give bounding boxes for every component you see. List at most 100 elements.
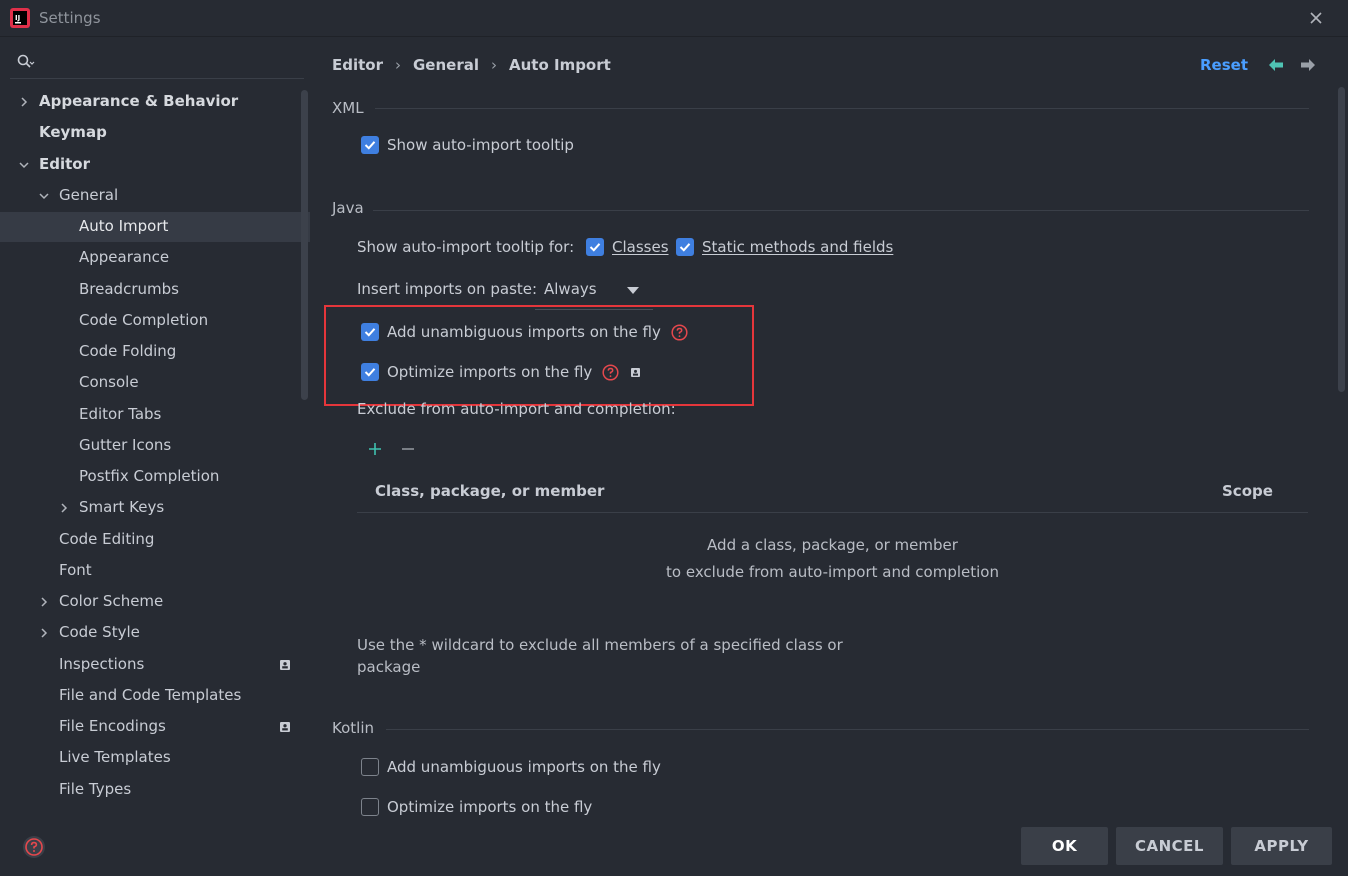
settings-content: Editor › General › Auto Import Reset XML… (311, 37, 1348, 817)
add-icon[interactable] (366, 440, 384, 458)
sidebar-item-label: Appearance (79, 248, 170, 267)
java-optimize-label: Optimize imports on the fly (387, 363, 593, 381)
breadcrumb-general[interactable]: General (413, 56, 479, 74)
column-header-member[interactable]: Class, package, or member (375, 482, 604, 500)
java-classes-checkbox[interactable] (586, 238, 604, 256)
content-scrollbar[interactable] (1338, 87, 1345, 392)
sidebar-item-live-templates[interactable]: Live Templates (0, 743, 311, 773)
search-box (10, 49, 304, 79)
sidebar-item-code-completion[interactable]: Code Completion (0, 306, 311, 336)
reset-link[interactable]: Reset (1200, 56, 1248, 74)
insert-on-paste-value: Always (544, 280, 597, 298)
java-add-unambiguous-checkbox[interactable] (361, 323, 379, 341)
exclude-label: Exclude from auto-import and completion: (357, 400, 676, 418)
sidebar-item-label: Code Completion (79, 310, 209, 329)
kotlin-optimize-row[interactable]: Optimize imports on the fly (361, 798, 592, 816)
sidebar-item-label: Editor (39, 154, 90, 173)
sidebar-item-label: Appearance & Behavior (39, 92, 239, 110)
sidebar-item-label: Editor Tabs (79, 404, 162, 423)
breadcrumb-separator: › (491, 56, 497, 74)
java-static-methods-checkbox[interactable] (676, 238, 694, 256)
kotlin-add-unambiguous-row[interactable]: Add unambiguous imports on the fly (361, 758, 661, 776)
java-add-unambiguous-row[interactable]: Add unambiguous imports on the fly (361, 323, 688, 341)
remove-icon[interactable] (399, 440, 417, 458)
sidebar-item-file-and-code-templates[interactable]: File and Code Templates (0, 681, 311, 711)
sidebar-item-code-editing[interactable]: Code Editing (0, 525, 311, 555)
sidebar-item-postfix-completion[interactable]: Postfix Completion (0, 462, 311, 492)
dropdown-arrow-icon (627, 287, 639, 294)
back-arrow-icon[interactable] (1268, 57, 1284, 73)
sidebar-item-color-scheme[interactable]: Color Scheme (0, 587, 311, 617)
table-empty-line-1: Add a class, package, or member (707, 536, 958, 554)
sidebar-item-auto-import[interactable]: Auto Import (0, 212, 310, 242)
sidebar-item-keymap[interactable]: Keymap (0, 118, 311, 148)
cancel-button[interactable]: CANCEL (1116, 827, 1223, 865)
settings-sidebar: Appearance & Behavior Keymap Editor General… (0, 37, 311, 876)
xml-show-tooltip-label: Show auto-import tooltip (387, 136, 574, 154)
sidebar-scrollbar[interactable] (301, 90, 308, 400)
sidebar-item-label: General (59, 185, 119, 204)
highlight-box (324, 305, 754, 406)
ok-button[interactable]: OK (1021, 827, 1108, 865)
chevron-right-icon[interactable] (37, 595, 51, 609)
forward-arrow-icon[interactable] (1300, 57, 1316, 73)
sidebar-item-appearance[interactable]: Appearance (0, 243, 311, 273)
sidebar-item-label: Smart Keys (79, 498, 165, 517)
sidebar-item-editor-tabs[interactable]: Editor Tabs (0, 400, 311, 430)
java-classes-label: Classes (612, 238, 669, 256)
chevron-down-icon[interactable] (17, 158, 31, 172)
xml-show-tooltip-checkbox[interactable] (361, 136, 379, 154)
java-add-unambiguous-label: Add unambiguous imports on the fly (387, 323, 661, 341)
sidebar-item-label: Code Style (59, 623, 140, 642)
java-classes-row[interactable]: Classes (586, 238, 669, 256)
sidebar-item-label: Code Editing (59, 529, 155, 548)
insert-on-paste-label: Insert imports on paste: (357, 280, 538, 298)
sidebar-item-label: File Types (59, 779, 132, 798)
search-input[interactable] (44, 51, 294, 75)
sidebar-item-file-types[interactable]: File Types (0, 775, 311, 805)
chevron-right-icon[interactable] (37, 626, 51, 640)
sidebar-item-breadcrumbs[interactable]: Breadcrumbs (0, 275, 311, 305)
chevron-right-icon[interactable] (17, 95, 31, 109)
breadcrumb-editor[interactable]: Editor (332, 56, 383, 74)
breadcrumb-auto-import: Auto Import (509, 56, 611, 74)
sidebar-item-label: Inspections (59, 654, 145, 673)
column-header-scope[interactable]: Scope (1222, 482, 1273, 500)
sidebar-item-editor[interactable]: Editor (0, 150, 311, 180)
xml-section-divider (375, 108, 1309, 109)
xml-section-title: XML (332, 99, 364, 117)
sidebar-item-appearance-behavior[interactable]: Appearance & Behavior (0, 87, 311, 117)
sidebar-item-console[interactable]: Console (0, 368, 311, 398)
sidebar-item-label: File and Code Templates (59, 685, 242, 704)
sidebar-item-label: Font (59, 560, 92, 579)
java-optimize-row[interactable]: Optimize imports on the fly (361, 363, 641, 381)
sidebar-item-gutter-icons[interactable]: Gutter Icons (0, 431, 311, 461)
help-question-icon[interactable] (602, 363, 619, 381)
sidebar-item-inspections[interactable]: Inspections (0, 650, 311, 680)
sidebar-item-code-folding[interactable]: Code Folding (0, 337, 311, 367)
kotlin-add-unambiguous-checkbox[interactable] (361, 758, 379, 776)
kotlin-section-divider (386, 729, 1309, 730)
sidebar-item-general[interactable]: General (0, 181, 311, 211)
sidebar-item-smart-keys[interactable]: Smart Keys (0, 493, 311, 523)
help-question-icon[interactable] (671, 323, 688, 341)
chevron-right-icon[interactable] (57, 501, 71, 515)
intellij-app-icon: IJ (10, 8, 30, 28)
help-icon[interactable] (22, 835, 46, 859)
java-static-methods-label: Static methods and fields (702, 238, 894, 256)
sidebar-item-file-encodings[interactable]: File Encodings (0, 712, 311, 742)
wildcard-note: Use the * wildcard to exclude all member… (357, 636, 843, 676)
project-scope-icon (280, 722, 290, 732)
xml-show-tooltip-row[interactable]: Show auto-import tooltip (361, 136, 574, 154)
sidebar-item-font[interactable]: Font (0, 556, 311, 586)
chevron-down-icon[interactable] (37, 189, 51, 203)
sidebar-item-label: Gutter Icons (79, 435, 172, 454)
close-icon[interactable] (1306, 8, 1326, 28)
java-optimize-checkbox[interactable] (361, 363, 379, 381)
project-scope-icon (280, 659, 290, 670)
apply-button[interactable]: APPLY (1231, 827, 1332, 865)
sidebar-item-code-style[interactable]: Code Style (0, 618, 311, 648)
java-static-methods-row[interactable]: Static methods and fields (676, 238, 893, 256)
search-icon[interactable] (16, 53, 36, 73)
kotlin-optimize-checkbox[interactable] (361, 798, 379, 816)
